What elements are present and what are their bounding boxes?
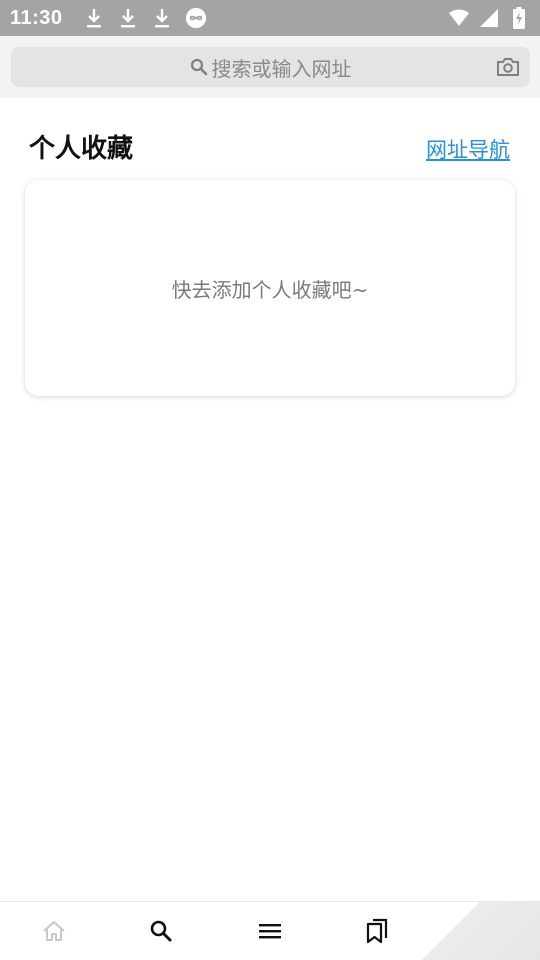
empty-favorites-message: 快去添加个人收藏吧~ xyxy=(171,277,369,302)
home-icon xyxy=(43,921,65,941)
search-icon xyxy=(150,920,172,942)
infinity-icon xyxy=(185,6,207,30)
system-icons xyxy=(448,6,530,30)
battery-icon xyxy=(508,6,530,30)
bottom-navigation xyxy=(0,901,540,960)
camera-icon[interactable] xyxy=(496,56,520,78)
download-icon xyxy=(83,6,105,30)
page-title: 个人收藏 xyxy=(29,134,134,164)
nav-menu-button[interactable] xyxy=(240,902,300,960)
bookmarks-icon xyxy=(366,918,388,944)
favorites-card: 快去添加个人收藏吧~ xyxy=(25,180,515,396)
signal-icon xyxy=(478,6,500,30)
download-icon xyxy=(117,6,139,30)
nav-search-button[interactable] xyxy=(131,902,191,960)
url-navigation-link[interactable]: 网址导航 xyxy=(426,134,510,164)
status-bar: 11:30 xyxy=(0,0,540,36)
search-placeholder: 搜索或输入网址 xyxy=(211,56,352,81)
nav-home-button[interactable] xyxy=(24,902,84,960)
nav-bookmarks-button[interactable] xyxy=(347,902,407,960)
status-time: 11:30 xyxy=(10,6,63,29)
wifi-icon xyxy=(448,6,470,30)
search-header: 搜索或输入网址 xyxy=(0,36,540,98)
notification-icons xyxy=(83,6,207,30)
search-input[interactable]: 搜索或输入网址 xyxy=(11,47,530,87)
menu-icon xyxy=(259,924,281,939)
search-icon xyxy=(190,58,207,76)
corner-fold-decoration xyxy=(392,902,540,960)
download-icon xyxy=(151,6,173,30)
